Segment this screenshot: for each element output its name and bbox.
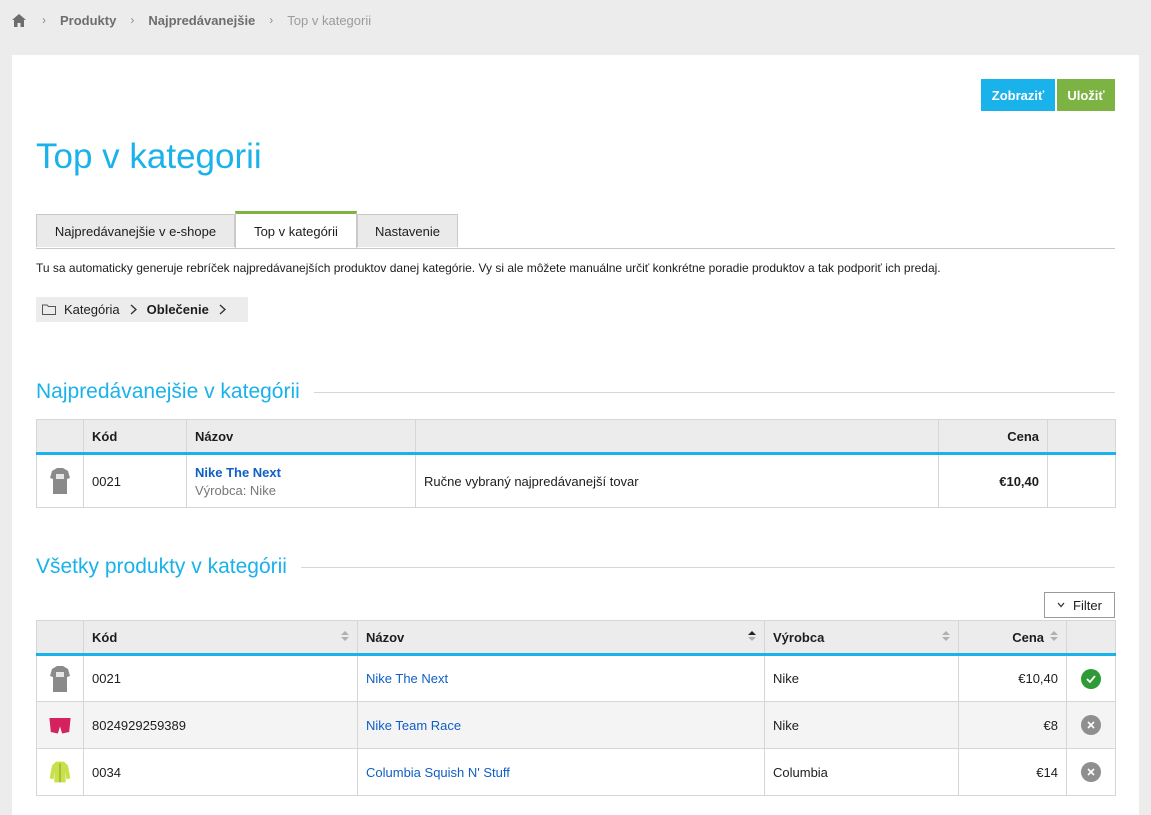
product-name-cell: Nike Team Race bbox=[357, 701, 765, 749]
table-row[interactable]: 0021 Nike The Next Nike €10,40 bbox=[36, 654, 1116, 702]
product-maker: Columbia bbox=[764, 748, 959, 796]
product-name-cell: Nike The Next Výrobca: Nike bbox=[186, 453, 416, 508]
column-header-name[interactable]: Názov bbox=[357, 620, 765, 656]
check-icon[interactable] bbox=[1081, 668, 1101, 689]
product-thumbnail bbox=[36, 701, 84, 749]
column-header-maker[interactable]: Výrobca bbox=[764, 620, 959, 656]
column-header-label: Výrobca bbox=[773, 629, 825, 645]
remove-icon[interactable] bbox=[1081, 762, 1101, 782]
table-row[interactable]: 8024929259389 Nike Team Race Nike €8 bbox=[36, 701, 1116, 749]
description-text: Tu sa automaticky generuje rebríček najp… bbox=[36, 261, 941, 275]
product-name-link[interactable]: Nike Team Race bbox=[366, 718, 461, 733]
content-panel: Zobraziť Uložiť Top v kategorii Najpredá… bbox=[12, 55, 1139, 815]
home-icon[interactable] bbox=[12, 12, 28, 28]
column-header-label: Cena bbox=[1012, 629, 1044, 645]
column-header-actions bbox=[1047, 419, 1116, 455]
page-title: Top v kategorii bbox=[36, 137, 262, 176]
sort-icon[interactable] bbox=[341, 630, 349, 641]
shorts-image bbox=[49, 717, 71, 734]
tab-top-in-category[interactable]: Top v kategórii bbox=[235, 211, 357, 248]
breadcrumb-item-bestsellers[interactable]: Najpredávanejšie bbox=[148, 13, 255, 28]
status-cell bbox=[1066, 654, 1116, 702]
product-code: 8024929259389 bbox=[83, 701, 358, 749]
top-products-table: Kód Názov Cena 0021 Nike The Next Výrobc… bbox=[36, 419, 1116, 508]
category-breadcrumb: Kategória Oblečenie bbox=[36, 297, 248, 322]
chevron-down-icon bbox=[1057, 602, 1065, 608]
tshirt-image bbox=[50, 468, 70, 494]
product-price: €10,40 bbox=[958, 654, 1067, 702]
product-maker: Výrobca: Nike bbox=[195, 482, 276, 498]
sort-icon[interactable] bbox=[942, 630, 950, 641]
product-code: 0021 bbox=[83, 453, 187, 508]
tab-bar: Najpredávanejšie v e-shope Top v kategór… bbox=[36, 210, 1115, 249]
chevron-right-icon: › bbox=[42, 13, 46, 27]
chevron-right-icon: › bbox=[130, 13, 135, 27]
product-thumbnail bbox=[36, 654, 84, 702]
column-header-code: Kód bbox=[83, 419, 187, 455]
product-price: €8 bbox=[958, 701, 1067, 749]
show-button[interactable]: Zobraziť bbox=[981, 79, 1055, 111]
divider bbox=[300, 566, 1115, 568]
section-title-top: Najpredávanejšie v kategórii bbox=[36, 380, 1115, 404]
jacket-image bbox=[49, 761, 71, 783]
breadcrumb-item-products[interactable]: Produkty bbox=[60, 13, 116, 28]
section-title-all: Všetky produkty v kategórii bbox=[36, 555, 1115, 579]
folder-icon bbox=[42, 304, 56, 315]
product-thumbnail bbox=[36, 748, 84, 796]
tab-bestsellers-eshop[interactable]: Najpredávanejšie v e-shope bbox=[36, 214, 235, 247]
product-price: €14 bbox=[958, 748, 1067, 796]
column-header-price[interactable]: Cena bbox=[958, 620, 1067, 656]
filter-label: Filter bbox=[1073, 597, 1102, 613]
column-header-label: Názov bbox=[366, 629, 405, 645]
breadcrumb: › Produkty › Najpredávanejšie › Top v ka… bbox=[12, 10, 371, 30]
product-name-cell: Columbia Squish N' Stuff bbox=[357, 748, 765, 796]
product-name-link[interactable]: Columbia Squish N' Stuff bbox=[366, 765, 510, 780]
all-products-table: Kód Názov Výrobca Cena 0021 Nike The Nex… bbox=[36, 620, 1116, 796]
filter-button[interactable]: Filter bbox=[1044, 592, 1115, 618]
actions-cell bbox=[1047, 453, 1116, 508]
column-header-note bbox=[415, 419, 939, 455]
column-header-code[interactable]: Kód bbox=[83, 620, 358, 656]
product-maker: Nike bbox=[764, 654, 959, 702]
chevron-right-icon bbox=[130, 304, 137, 315]
sort-icon[interactable] bbox=[748, 630, 756, 641]
product-name-link[interactable]: Nike The Next bbox=[366, 671, 448, 686]
table-row[interactable]: 0021 Nike The Next Výrobca: Nike Ručne v… bbox=[36, 453, 1116, 508]
product-thumbnail bbox=[36, 453, 84, 508]
product-code: 0021 bbox=[83, 654, 358, 702]
column-header-image bbox=[36, 419, 84, 455]
status-cell bbox=[1066, 748, 1116, 796]
divider bbox=[313, 391, 1115, 393]
column-header-label: Kód bbox=[92, 629, 118, 645]
chevron-right-icon[interactable] bbox=[219, 304, 226, 315]
save-button[interactable]: Uložiť bbox=[1057, 79, 1115, 111]
product-name-link[interactable]: Nike The Next bbox=[195, 465, 281, 480]
product-note: Ručne vybraný najpredávanejší tovar bbox=[415, 453, 939, 508]
product-maker: Nike bbox=[764, 701, 959, 749]
chevron-right-icon: › bbox=[269, 13, 274, 27]
status-cell bbox=[1066, 701, 1116, 749]
column-header-image bbox=[36, 620, 84, 656]
column-header-name: Názov bbox=[186, 419, 416, 455]
product-code: 0034 bbox=[83, 748, 358, 796]
table-row[interactable]: 0034 Columbia Squish N' Stuff Columbia €… bbox=[36, 748, 1116, 796]
category-current[interactable]: Oblečenie bbox=[147, 302, 209, 317]
section-title-text: Najpredávanejšie v kategórii bbox=[36, 380, 300, 403]
tab-settings[interactable]: Nastavenie bbox=[357, 214, 458, 247]
section-title-text: Všetky produkty v kategórii bbox=[36, 555, 287, 578]
product-price: €10,40 bbox=[938, 453, 1048, 508]
sort-icon[interactable] bbox=[1050, 630, 1058, 641]
category-root[interactable]: Kategória bbox=[64, 302, 120, 317]
breadcrumb-current: Top v kategorii bbox=[287, 12, 372, 28]
remove-icon[interactable] bbox=[1081, 715, 1101, 735]
column-header-status bbox=[1066, 620, 1116, 656]
tshirt-image bbox=[50, 665, 70, 692]
product-name-cell: Nike The Next bbox=[357, 654, 765, 702]
column-header-price: Cena bbox=[938, 419, 1048, 455]
